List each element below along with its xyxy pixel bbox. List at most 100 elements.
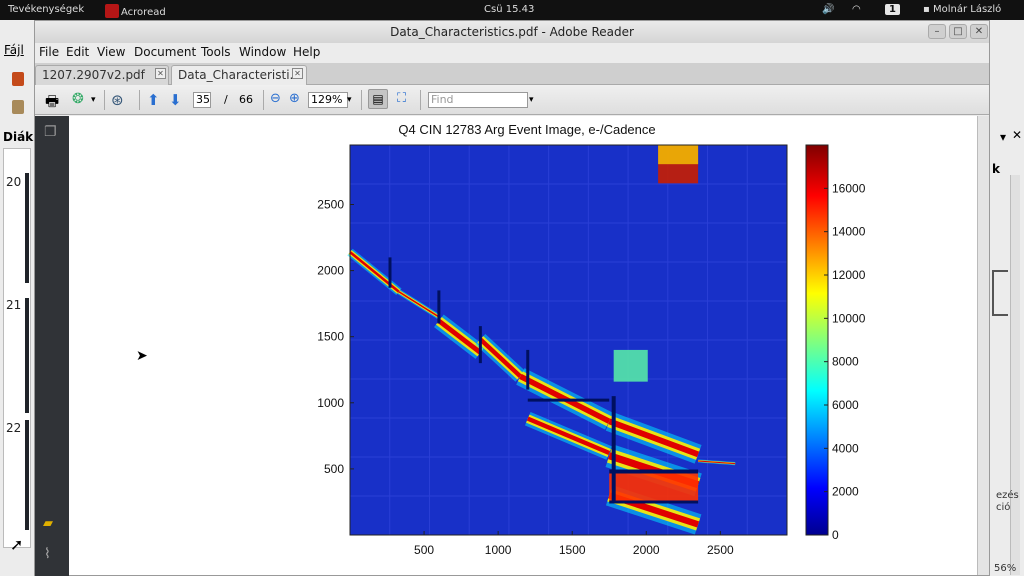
bright-module (609, 471, 699, 502)
tab-close-icon[interactable]: ✕ (292, 68, 303, 79)
share-icon[interactable]: ❂ (72, 91, 84, 107)
panel-side-text: ezés ció (996, 490, 1019, 513)
app-name: Acroread (121, 7, 166, 18)
toolbar-separator (139, 90, 140, 110)
colorbar-tick-label: 2000 (832, 485, 859, 499)
close-icon[interactable]: ✕ (1012, 128, 1022, 142)
background-file-menu[interactable]: Fájl (4, 43, 24, 57)
zoom-level: 56% (994, 563, 1017, 574)
document-vertical-scrollbar[interactable] (977, 116, 989, 575)
y-tick-label: 1000 (317, 396, 344, 410)
volume-icon[interactable]: 🔊 (822, 4, 834, 15)
activities-button[interactable]: Tevékenységek (8, 4, 84, 15)
clock[interactable]: Csü 15.43 (484, 4, 534, 15)
document-page[interactable]: Q4 CIN 12783 Arg Event Image, e-/Cadence… (69, 116, 977, 575)
colorbar-tick-label: 10000 (832, 311, 866, 325)
tab-label: 1207.2907v2.pdf (42, 68, 145, 82)
toolbar-separator (263, 90, 264, 110)
main-toolbar: 🖶 ❂ ▾ ⊛ ⬆ ⬇ 35 / 66 ⊖ ⊕ 129% ▾ ▤ ⛶ Find … (35, 85, 989, 115)
toolbar-separator (104, 90, 105, 110)
background-scrollbar[interactable] (1010, 175, 1020, 575)
panel-frame (992, 270, 1008, 316)
menu-bar: File Edit View Document Tools Window Hel… (35, 43, 989, 63)
menu-document[interactable]: Document (134, 45, 196, 59)
menu-window[interactable]: Window (239, 45, 286, 59)
x-tick-label: 2000 (633, 543, 660, 557)
navigation-panel: ❐ ▰ ⌇ (35, 116, 69, 576)
document-tabs: 1207.2907v2.pdf ✕ Data_Characteristi... … (35, 63, 989, 85)
previous-page-icon[interactable]: ⬆ (147, 91, 160, 109)
tab-label: Data_Characteristi... (178, 68, 301, 82)
x-tick-label: 1500 (559, 543, 586, 557)
fit-width-icon[interactable]: ⛶ (397, 91, 406, 106)
zoom-out-icon[interactable]: ⊖ (270, 91, 281, 106)
menu-edit[interactable]: Edit (66, 45, 89, 59)
menu-file[interactable]: File (39, 45, 59, 59)
menu-view[interactable]: View (97, 45, 125, 59)
minimize-button[interactable]: – (928, 24, 946, 39)
bright-module (613, 349, 648, 382)
heatmap-plot-area (347, 144, 788, 536)
fit-page-icon[interactable]: ▤ (368, 89, 388, 109)
comments-icon[interactable]: ▰ (43, 516, 53, 531)
menu-help[interactable]: Help (293, 45, 320, 59)
dropdown-arrow-icon[interactable]: ▾ (91, 95, 96, 105)
slide-thumbnail[interactable] (25, 173, 29, 283)
slide-number: 21 (6, 298, 22, 312)
page-number-input[interactable]: 35 (193, 92, 211, 108)
zoom-input[interactable]: 129% (308, 92, 348, 108)
tab-1207-2907v2[interactable]: 1207.2907v2.pdf (35, 65, 169, 85)
slide-number: 22 (6, 421, 22, 435)
print-icon[interactable]: 🖶 (45, 91, 59, 116)
pointer-tool-icon[interactable]: ➚ (10, 535, 23, 554)
colorbar-tick-label: 8000 (832, 355, 859, 369)
y-axis: 500 1000 1500 2000 2500 (317, 197, 354, 476)
chat-icon: ▪ (923, 4, 933, 15)
collaborate-icon[interactable]: ⊛ (111, 91, 124, 109)
chart-title: Q4 CIN 12783 Arg Event Image, e-/Cadence (398, 122, 655, 137)
panel-heading: k (992, 162, 1000, 176)
attachments-icon[interactable]: ⌇ (44, 546, 51, 562)
workspace-indicator[interactable]: 1 (885, 4, 900, 15)
maximize-button[interactable]: □ (949, 24, 967, 39)
next-page-icon[interactable]: ⬇ (169, 91, 182, 109)
colorbar: 0 2000 4000 6000 8000 10000 12000 14000 16000 (805, 144, 866, 542)
app-menu[interactable]: Acroread (105, 4, 166, 18)
menu-tools[interactable]: Tools (201, 45, 231, 59)
slide-thumbnail[interactable] (25, 420, 29, 530)
page-total: 66 (239, 93, 253, 106)
background-app-left: Fájl Diák 20 21 22 ➚ (0, 20, 34, 576)
y-tick-label: 2500 (317, 197, 344, 211)
user-menu[interactable]: ▪ Molnár László (923, 4, 1001, 15)
adobe-reader-window: Data_Characteristics.pdf - Adobe Reader … (34, 20, 990, 576)
event-image-chart: Q4 CIN 12783 Arg Event Image, e-/Cadence… (317, 122, 866, 557)
slides-pane-title: Diák (3, 130, 34, 144)
dropdown-arrow-icon[interactable]: ▾ (529, 95, 534, 105)
document-icon (12, 100, 24, 114)
close-button[interactable]: ✕ (970, 24, 988, 39)
bright-module-gradient (658, 145, 699, 165)
acroread-icon (105, 4, 119, 18)
dropdown-arrow-icon[interactable]: ▾ (1000, 130, 1006, 144)
colorbar-tick-label: 14000 (832, 225, 866, 239)
page-separator: / (224, 93, 228, 106)
mouse-cursor-icon: ➤ (136, 348, 148, 364)
colorbar-tick-label: 12000 (832, 268, 866, 282)
impress-icon (12, 72, 24, 86)
colorbar-scale (805, 144, 829, 536)
y-tick-label: 1500 (317, 330, 344, 344)
find-input[interactable]: Find (428, 92, 528, 108)
tab-data-characteristics[interactable]: Data_Characteristi... (171, 65, 307, 85)
wifi-icon[interactable]: ◠ (852, 4, 861, 15)
slide-thumbnail[interactable] (25, 298, 29, 413)
title-bar[interactable]: Data_Characteristics.pdf - Adobe Reader … (35, 21, 989, 43)
pages-icon[interactable]: ❐ (44, 124, 57, 140)
dropdown-arrow-icon[interactable]: ▾ (347, 95, 352, 105)
colorbar-tick-label: 4000 (832, 441, 859, 455)
tab-close-icon[interactable]: ✕ (155, 68, 166, 79)
y-tick-label: 2000 (317, 264, 344, 278)
toolbar-separator (361, 90, 362, 110)
x-tick-label: 500 (414, 543, 434, 557)
background-app-right: ▾ ✕ k ezés ció 56% (990, 20, 1024, 576)
zoom-in-icon[interactable]: ⊕ (289, 91, 300, 106)
